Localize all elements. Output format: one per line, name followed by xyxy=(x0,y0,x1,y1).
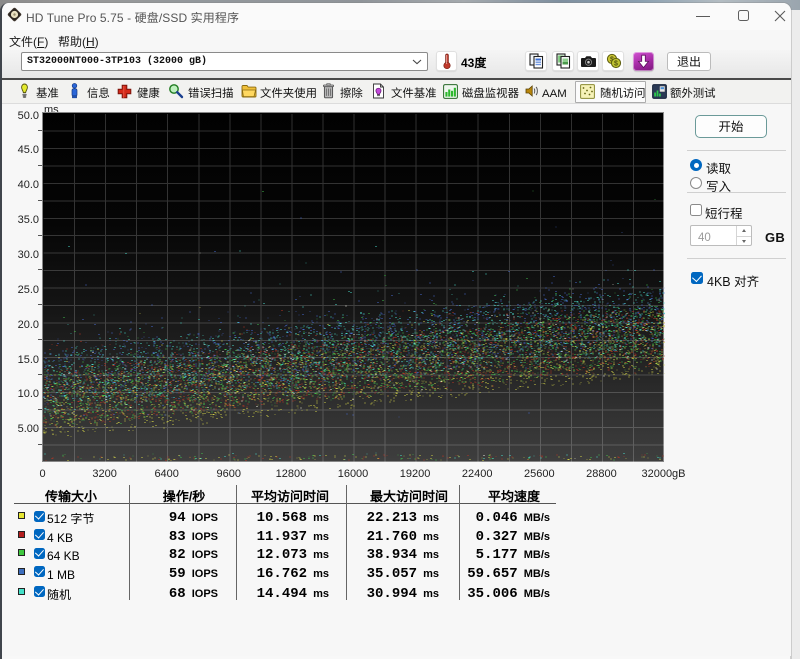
svg-text:$: $ xyxy=(614,61,618,68)
